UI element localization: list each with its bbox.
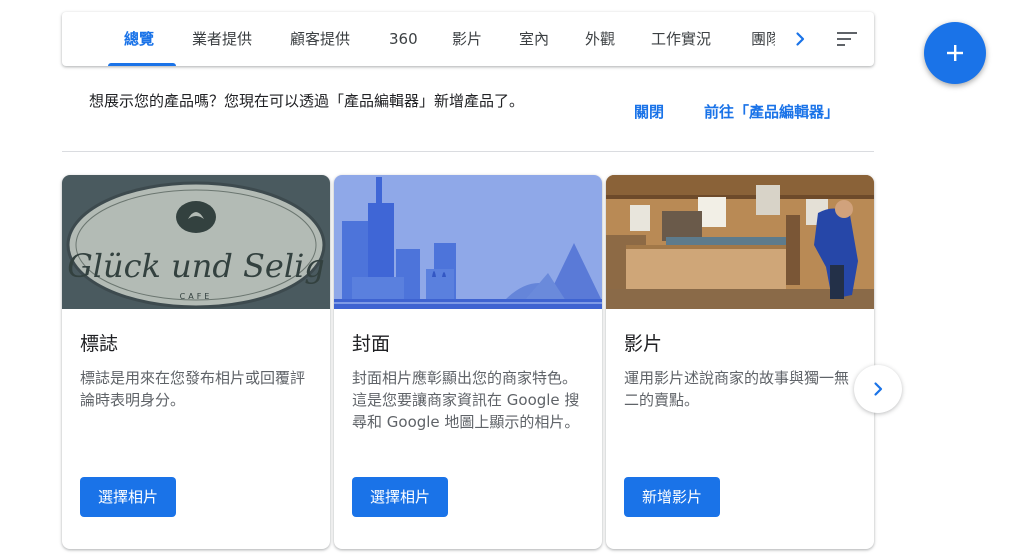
tab-team[interactable]: 團隊 <box>751 12 775 66</box>
chevron-right-icon <box>874 382 883 396</box>
sort-icon <box>837 32 857 46</box>
carousel-next-button[interactable] <box>854 365 902 413</box>
tab-by-customers[interactable]: 顧客提供 <box>290 12 350 66</box>
card-title: 封面 <box>352 333 391 355</box>
logo-card: Glück und Selig CAFE 標誌 標誌是用來在您發布相片或回覆評論… <box>62 175 330 549</box>
dismiss-promo-button[interactable]: 關閉 <box>634 101 664 122</box>
tab-360[interactable]: 360 <box>389 12 418 66</box>
add-photo-button[interactable] <box>924 22 986 84</box>
card-description: 標誌是用來在您發布相片或回覆評論時表明身分。 <box>80 369 306 409</box>
cover-illustration <box>334 175 602 309</box>
logo-script-text: Glück und Selig <box>67 247 325 285</box>
card-title: 影片 <box>624 333 663 355</box>
card-title: 標誌 <box>80 333 119 355</box>
card-description: 運用影片述說商家的故事與獨一無二的賣點。 <box>624 369 850 409</box>
plus-icon <box>947 45 963 61</box>
product-editor-promo-message: 想展示您的產品嗎？您現在可以透過「產品編輯器」新增產品了。 <box>89 92 525 110</box>
video-card: 影片 運用影片述說商家的故事與獨一無二的賣點。 新增影片 <box>606 175 874 549</box>
go-to-product-editor-link[interactable]: 前往「產品編輯器」 <box>704 101 839 122</box>
photo-category-tabs: 總覽 業者提供 顧客提供 360 影片 室內 外觀 工作實況 團隊 <box>62 12 874 66</box>
tab-at-work[interactable]: 工作實況 <box>651 12 711 66</box>
shop-interior-photo <box>606 175 874 309</box>
add-video-button[interactable]: 新增影片 <box>624 477 721 517</box>
chevron-right-icon <box>796 32 805 46</box>
tab-overview[interactable]: 總覽 <box>124 12 154 66</box>
card-description: 封面相片應彰顯出您的商家特色。這是您要讓商家資訊在 Google 搜尋和 Goo… <box>352 369 580 431</box>
sort-button[interactable] <box>832 25 862 53</box>
logo-sub-text: CAFE <box>180 292 213 301</box>
logo-photo: Glück und Selig CAFE <box>62 175 330 309</box>
tab-by-owner[interactable]: 業者提供 <box>192 12 252 66</box>
tab-exterior[interactable]: 外觀 <box>585 12 615 66</box>
tab-videos[interactable]: 影片 <box>452 12 482 66</box>
choose-logo-photo-button[interactable]: 選擇相片 <box>80 477 177 517</box>
cover-card: 封面 封面相片應彰顯出您的商家特色。這是您要讓商家資訊在 Google 搜尋和 … <box>334 175 602 549</box>
choose-cover-photo-button[interactable]: 選擇相片 <box>352 477 449 517</box>
tabs-scroll-right-button[interactable] <box>784 23 816 55</box>
active-tab-indicator <box>108 63 176 66</box>
section-divider <box>62 151 874 152</box>
tab-interior[interactable]: 室內 <box>519 12 549 66</box>
